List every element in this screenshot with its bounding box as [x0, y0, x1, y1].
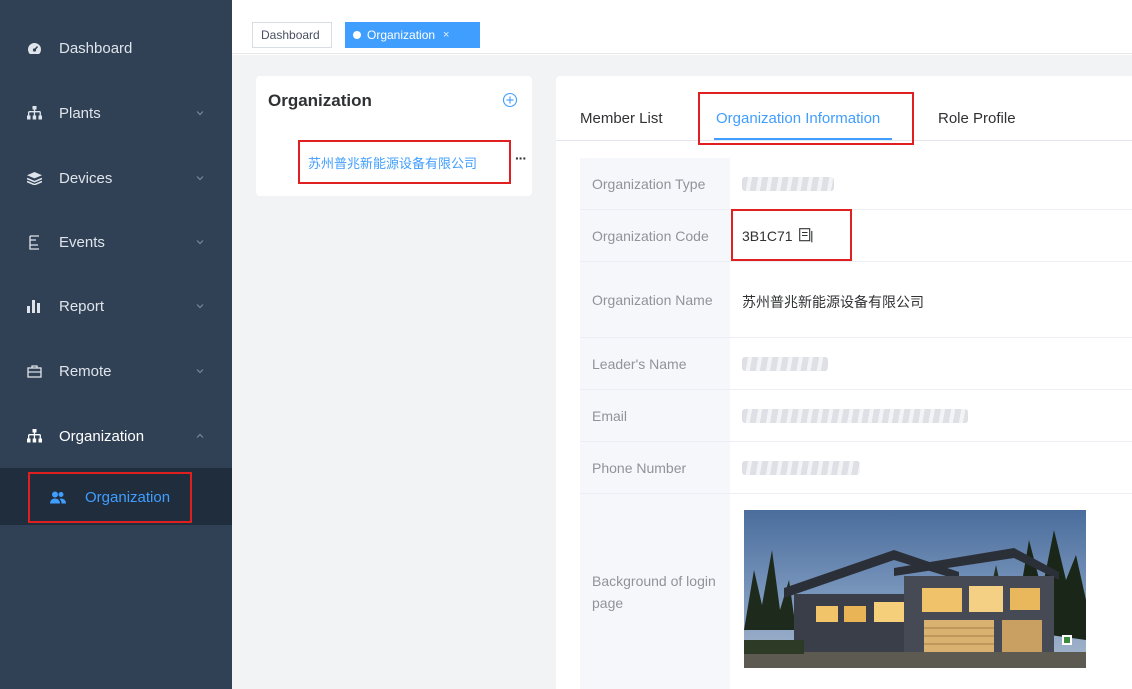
dashboard-icon — [26, 40, 42, 56]
tag-label: Dashboard — [261, 28, 320, 42]
org-detail-panel: Member List Organization Information Rol… — [556, 76, 1132, 689]
info-row: Organization Code 3B1C71 — [580, 210, 1132, 262]
chevron-down-icon — [196, 111, 204, 116]
tab-member-list[interactable]: Member List — [580, 110, 663, 127]
info-label: Organization Code — [580, 210, 730, 261]
redacted-value — [742, 356, 828, 371]
info-value — [742, 338, 828, 389]
sidebar-item-plants[interactable]: Plants — [0, 81, 232, 145]
sidebar-item-label: Plants — [59, 104, 101, 122]
sidebar-subitem-organization[interactable]: Organization — [28, 472, 192, 523]
info-value: 苏州普兆新能源设备有限公司 — [742, 262, 924, 337]
sidebar-item-dashboard[interactable]: Dashboard — [0, 16, 232, 80]
redacted-value — [742, 460, 860, 475]
sidebar-item-label: Dashboard — [59, 39, 133, 57]
close-icon[interactable]: × — [443, 29, 449, 41]
sidebar-item-label: Report — [59, 297, 105, 315]
tag-label: Organization — [367, 28, 436, 42]
sidebar-item-label: Devices — [59, 169, 113, 187]
layers-icon — [26, 170, 42, 186]
redacted-value — [742, 408, 968, 423]
sidebar-item-remote[interactable]: Remote — [0, 339, 232, 403]
info-row: Leader's Name — [580, 338, 1132, 390]
info-value — [742, 442, 860, 493]
login-background-image — [744, 510, 1086, 668]
chevron-up-icon — [196, 433, 204, 438]
users-icon — [50, 490, 66, 506]
chevron-down-icon — [196, 176, 204, 181]
info-label: Organization Type — [580, 158, 730, 209]
organization-submenu: Organization — [0, 468, 232, 525]
events-icon — [26, 234, 42, 250]
org-tree-node[interactable]: 苏州普兆新能源设备有限公司 — [298, 140, 511, 184]
highlight-box — [731, 209, 852, 261]
org-node-label: 苏州普兆新能源设备有限公司 — [308, 155, 478, 171]
sidebar-item-devices[interactable]: Devices — [0, 146, 232, 210]
info-value — [742, 390, 968, 441]
info-row: Organization Name 苏州普兆新能源设备有限公司 — [580, 262, 1132, 338]
info-label: Phone Number — [580, 442, 730, 493]
remote-icon — [26, 363, 42, 379]
add-circle-icon[interactable] — [502, 92, 518, 108]
sidebar-item-label: Events — [59, 233, 105, 251]
info-label: Organization Name — [580, 262, 730, 337]
tag-organization[interactable]: Organization × — [345, 22, 480, 48]
info-label: Leader's Name — [580, 338, 730, 389]
sitemap-icon — [26, 428, 42, 444]
chevron-down-icon — [196, 304, 204, 309]
info-row: Phone Number — [580, 442, 1132, 494]
tags-view-bar: Dashboard Organization × — [232, 8, 1132, 54]
sidebar-item-label: Remote — [59, 362, 112, 380]
info-label: Email — [580, 390, 730, 441]
info-row: Email — [580, 390, 1132, 442]
info-value — [742, 158, 834, 209]
sidebar-item-organization[interactable]: Organization — [0, 404, 232, 468]
org-tree-title: Organization — [268, 91, 372, 110]
highlight-box — [698, 92, 914, 145]
org-tree-panel: Organization 苏州普兆新能源设备有限公司 ··· — [256, 76, 532, 196]
info-label: Background of login page — [580, 494, 730, 689]
active-dot-icon — [353, 31, 361, 39]
sidebar: Dashboard Plants Devices Events Report R — [0, 0, 232, 689]
chevron-down-icon — [196, 240, 204, 245]
tab-role-profile[interactable]: Role Profile — [938, 110, 1016, 127]
chevron-down-icon — [196, 369, 204, 374]
info-row: Organization Type — [580, 158, 1132, 210]
sidebar-subitem-label: Organization — [85, 489, 171, 506]
tag-dashboard[interactable]: Dashboard — [252, 22, 332, 48]
bar-chart-icon — [26, 298, 42, 314]
tabs-bar: Member List Organization Information Rol… — [556, 76, 1132, 145]
more-icon[interactable]: ··· — [515, 150, 527, 166]
organization-name: 苏州普兆新能源设备有限公司 — [742, 294, 924, 310]
sidebar-item-report[interactable]: Report — [0, 274, 232, 338]
sidebar-item-label: Organization — [59, 427, 145, 445]
sitemap-icon — [26, 105, 42, 121]
sidebar-item-events[interactable]: Events — [0, 210, 232, 274]
redacted-value — [742, 176, 834, 191]
